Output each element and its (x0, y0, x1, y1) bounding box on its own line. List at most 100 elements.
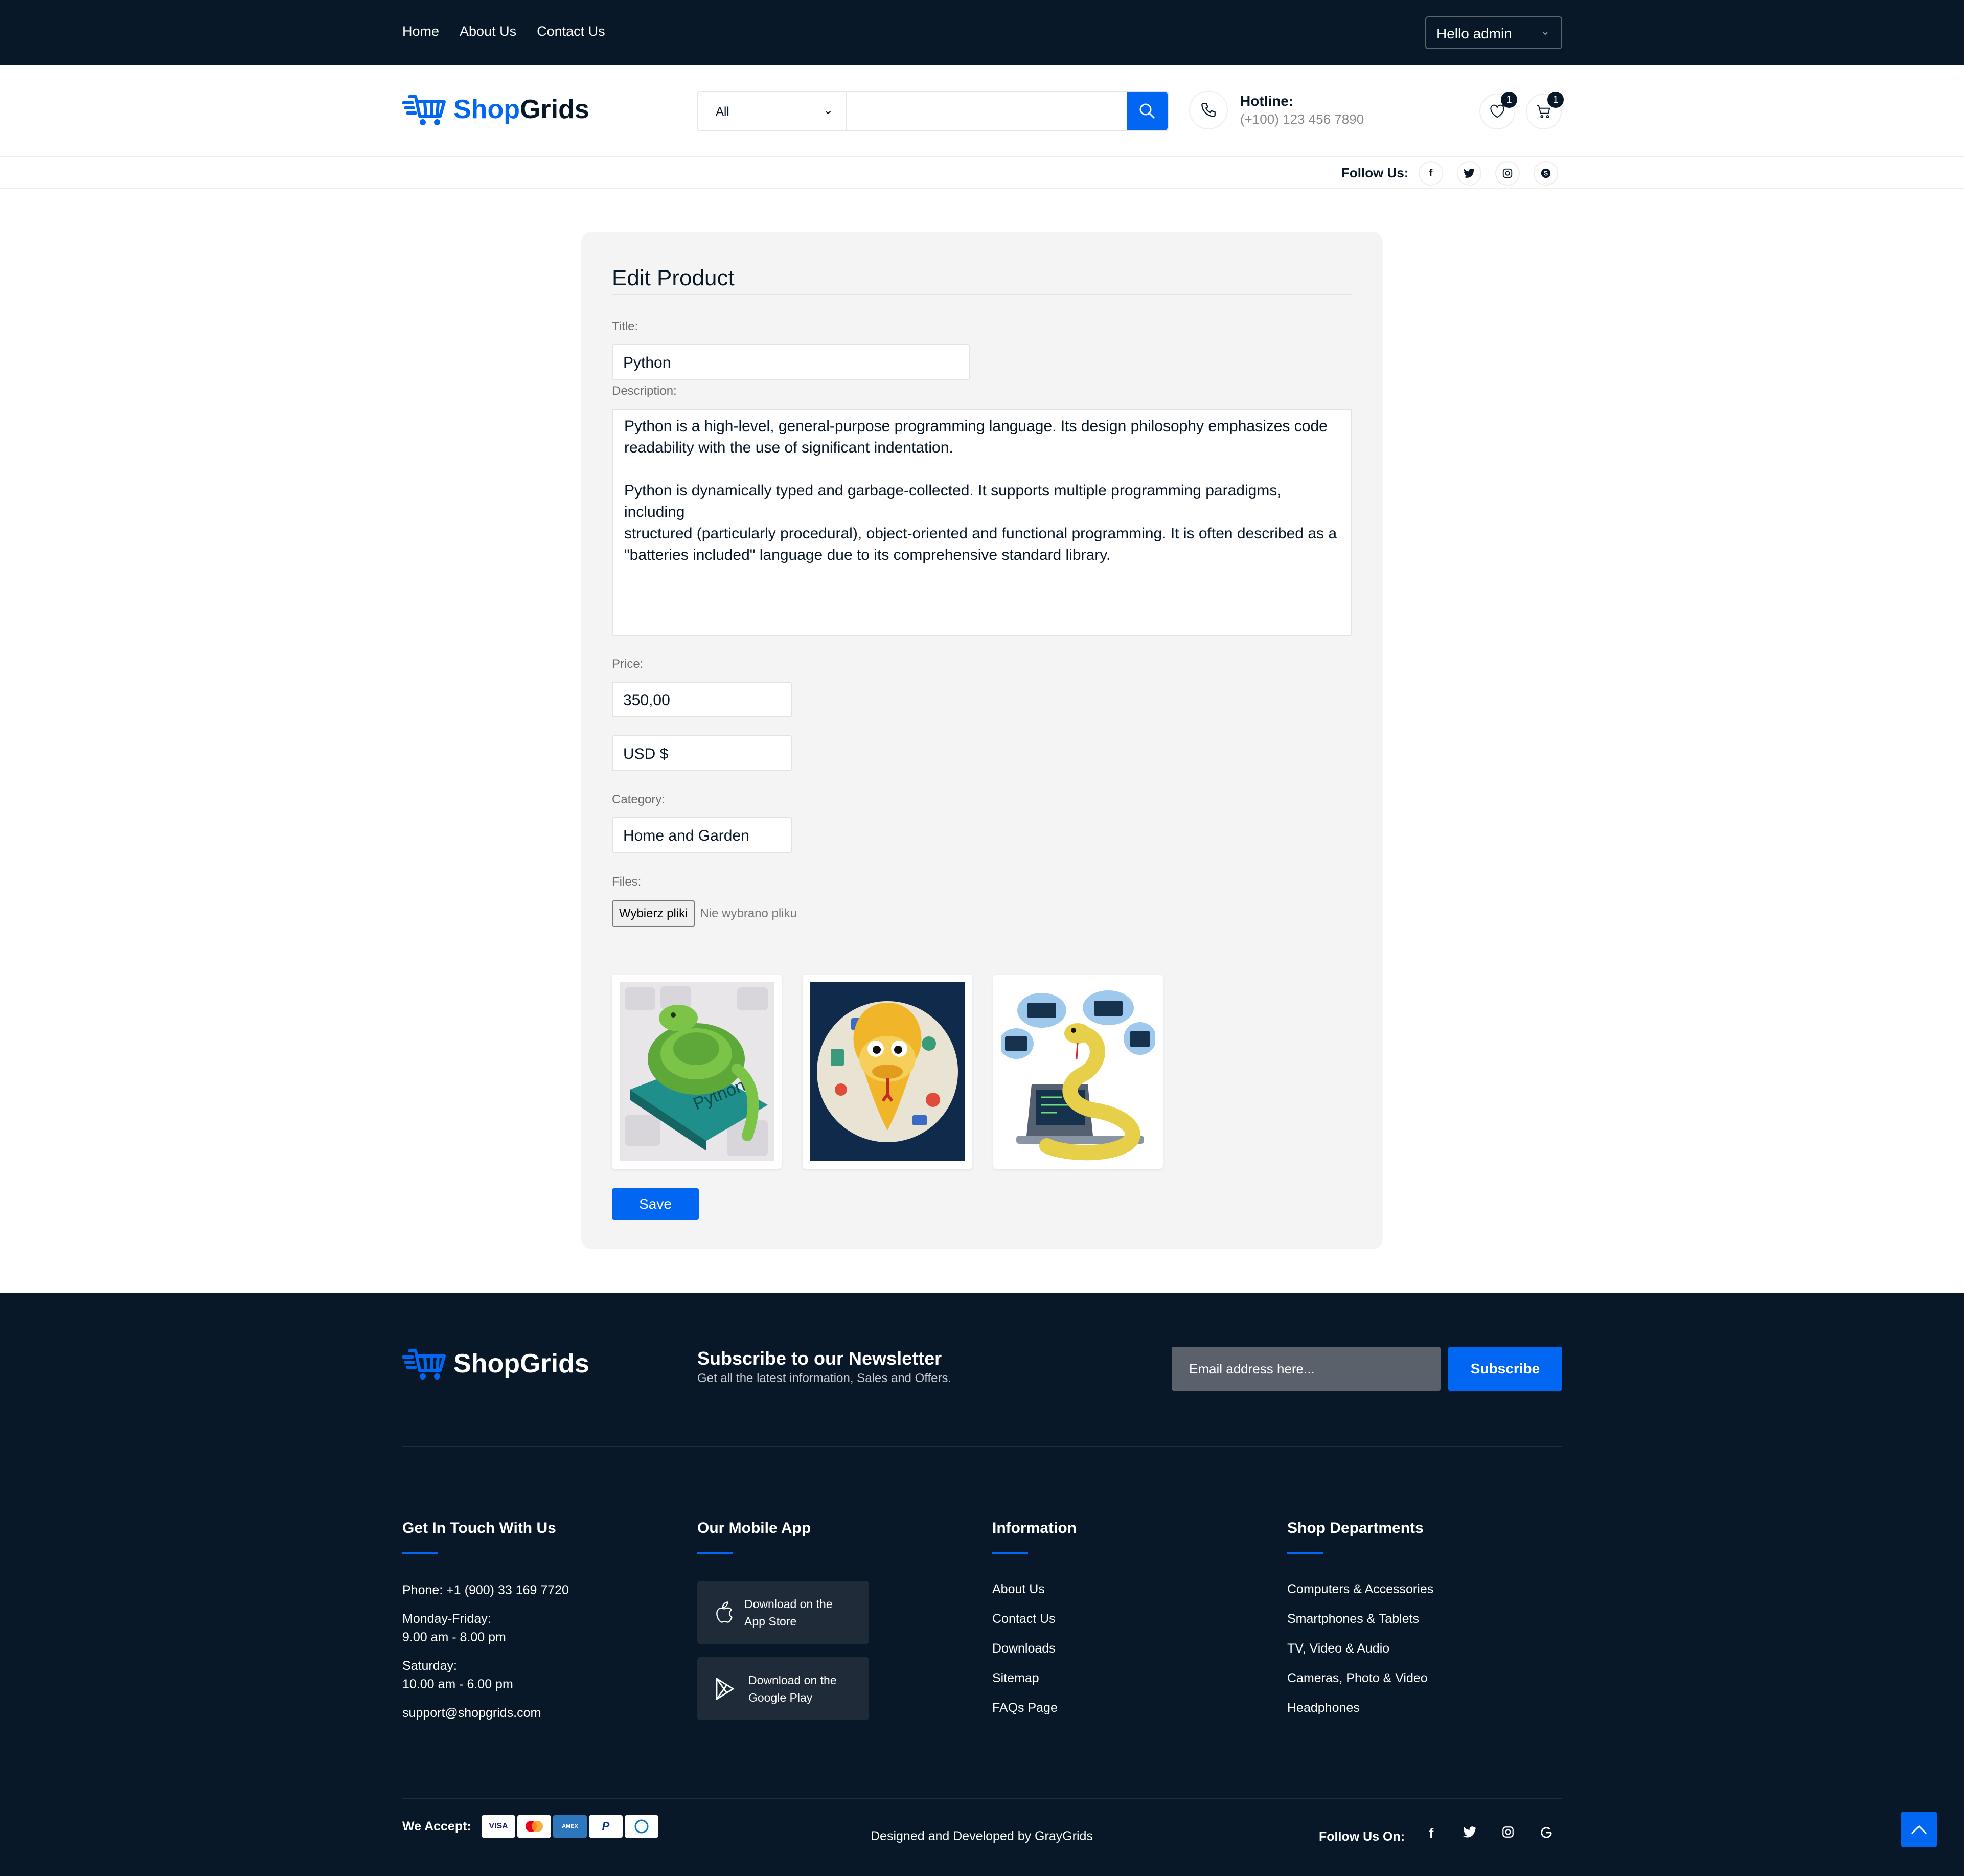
contact-email[interactable]: support@shopgrids.com (402, 1704, 541, 1723)
subscribe-button[interactable]: Subscribe (1448, 1347, 1562, 1391)
credit-text: Designed and Developed by GrayGrids (871, 1829, 1093, 1843)
product-image-3[interactable] (993, 975, 1163, 1169)
price-label: Price: (612, 657, 644, 671)
info-link-about[interactable]: About Us (992, 1582, 1045, 1597)
app-store-button[interactable]: Download on the App Store (697, 1581, 869, 1644)
category-label: Category: (612, 793, 666, 806)
cart-logo-icon (402, 1349, 446, 1380)
amex-logo: AMEX (553, 1815, 587, 1838)
hotline: Hotline: (+100) 123 456 7890 (1189, 91, 1364, 129)
app-title: Our Mobile App (697, 1520, 811, 1536)
top-bar: Home About Us Contact Us Hello admin ⌄ (0, 0, 1964, 65)
mastercard-logo (517, 1815, 551, 1838)
info-link-faqs[interactable]: FAQs Page (992, 1701, 1058, 1715)
svg-text:S: S (1544, 170, 1548, 177)
play-icon (716, 1677, 735, 1701)
departments-title: Shop Departments (1287, 1520, 1424, 1536)
category-select[interactable]: Home and Garden (612, 817, 792, 853)
brand-logo[interactable]: ShopGrids (402, 92, 589, 127)
twitter-icon[interactable] (1459, 1825, 1480, 1841)
newsletter-email-input[interactable] (1172, 1347, 1441, 1391)
file-input: Wybierz pliki Nie wybrano pliku (612, 900, 797, 927)
information-title-underline (992, 1552, 1028, 1554)
description-field[interactable]: Python is a high-level, general-purpose … (612, 409, 1352, 636)
search-icon (1139, 103, 1155, 119)
saturday-hours: 10.00 am - 6.00 pm (402, 1677, 513, 1691)
newsletter-title: Subscribe to our Newsletter (697, 1348, 942, 1369)
dept-link-cameras[interactable]: Cameras, Photo & Video (1287, 1671, 1428, 1686)
save-button[interactable]: Save (612, 1188, 699, 1220)
cart-logo-icon (402, 95, 446, 125)
contact-phone: Phone: +1 (900) 33 169 7720 (402, 1583, 569, 1597)
nav-contact[interactable]: Contact Us (537, 24, 605, 39)
choose-files-button[interactable]: Wybierz pliki (612, 900, 695, 927)
user-menu-label: Hello admin (1436, 26, 1512, 41)
google-play-button[interactable]: Download on the Google Play (697, 1657, 869, 1720)
nav-home[interactable]: Home (402, 24, 439, 39)
info-link-downloads[interactable]: Downloads (992, 1641, 1056, 1656)
information-title: Information (992, 1520, 1077, 1536)
files-label: Files: (612, 875, 642, 889)
hotline-number: (+100) 123 456 7890 (1240, 111, 1364, 127)
follow-label: Follow Us: (1341, 165, 1409, 180)
footer-brand-name: ShopGrids (453, 1349, 589, 1378)
dept-link-headphones[interactable]: Headphones (1287, 1701, 1360, 1715)
description-label: Description: (612, 384, 677, 398)
instagram-icon[interactable] (1498, 1825, 1518, 1842)
nav-about[interactable]: About Us (460, 24, 516, 39)
cart-icon (1537, 105, 1550, 118)
weekday-label: Monday-Friday: (402, 1612, 491, 1626)
footer: ShopGrids Subscribe to our Newsletter Ge… (0, 1293, 1964, 1876)
cart-count-badge: 1 (1547, 92, 1564, 108)
dept-link-tv[interactable]: TV, Video & Audio (1287, 1641, 1389, 1656)
price-field[interactable]: 350,00 (612, 682, 792, 717)
footer-divider (402, 1446, 1562, 1447)
facebook-icon[interactable]: f (1421, 1825, 1442, 1841)
search-bar: All ⌄ (697, 91, 1169, 131)
follow-us-on-label: Follow Us On: (1319, 1829, 1405, 1844)
product-image-1[interactable]: Python (612, 975, 782, 1169)
scroll-to-top-button[interactable] (1901, 1812, 1937, 1847)
dept-link-computers[interactable]: Computers & Accessories (1287, 1582, 1433, 1597)
skype-icon[interactable]: S (1534, 161, 1558, 186)
no-file-text: Nie wybrano pliku (700, 907, 797, 920)
brand-name: ShopGrids (453, 95, 589, 124)
instagram-icon[interactable] (1495, 161, 1520, 186)
dept-link-smartphones[interactable]: Smartphones & Tablets (1287, 1612, 1419, 1626)
wishlist-button[interactable]: 1 (1479, 92, 1517, 129)
search-input[interactable] (847, 92, 1127, 130)
twitter-icon[interactable] (1457, 161, 1481, 186)
saturday-label: Saturday: (402, 1659, 458, 1673)
search-button[interactable] (1127, 92, 1168, 130)
footer-brand-logo[interactable]: ShopGrids (402, 1346, 589, 1382)
phone-icon (1189, 91, 1228, 129)
weekday-hours: 9.00 am - 8.00 pm (402, 1630, 506, 1644)
footer-bottom-divider (402, 1798, 1562, 1799)
cart-button[interactable]: 1 (1526, 92, 1564, 129)
apple-icon (716, 1601, 733, 1623)
info-link-sitemap[interactable]: Sitemap (992, 1671, 1039, 1686)
we-accept-label: We Accept: (402, 1819, 471, 1834)
currency-select[interactable]: USD $ (612, 735, 792, 771)
top-nav: Home About Us Contact Us (402, 24, 605, 39)
search-category-select[interactable]: All ⌄ (698, 92, 847, 130)
facebook-icon[interactable]: f (1419, 161, 1443, 186)
header: ShopGrids All ⌄ Hotline: (+100) 123 456 … (0, 65, 1964, 157)
follow-bar: Follow Us: f S (0, 157, 1964, 189)
chevron-down-icon: ⌄ (823, 103, 833, 117)
diners-logo (625, 1815, 658, 1838)
title-field[interactable]: Python (612, 344, 970, 380)
heart-icon (1490, 104, 1504, 118)
departments-title-underline (1287, 1552, 1323, 1554)
newsletter-subtitle: Get all the latest information, Sales an… (697, 1371, 952, 1385)
google-icon[interactable] (1536, 1825, 1557, 1843)
paypal-logo: P (589, 1815, 623, 1838)
contact-title: Get In Touch With Us (402, 1520, 556, 1536)
wishlist-count-badge: 1 (1501, 92, 1517, 108)
title-label: Title: (612, 320, 638, 333)
page-title: Edit Product (612, 265, 735, 290)
product-image-2[interactable] (803, 975, 972, 1169)
user-menu-dropdown[interactable]: Hello admin ⌄ (1425, 16, 1562, 49)
app-title-underline (697, 1552, 733, 1554)
info-link-contact[interactable]: Contact Us (992, 1612, 1056, 1626)
